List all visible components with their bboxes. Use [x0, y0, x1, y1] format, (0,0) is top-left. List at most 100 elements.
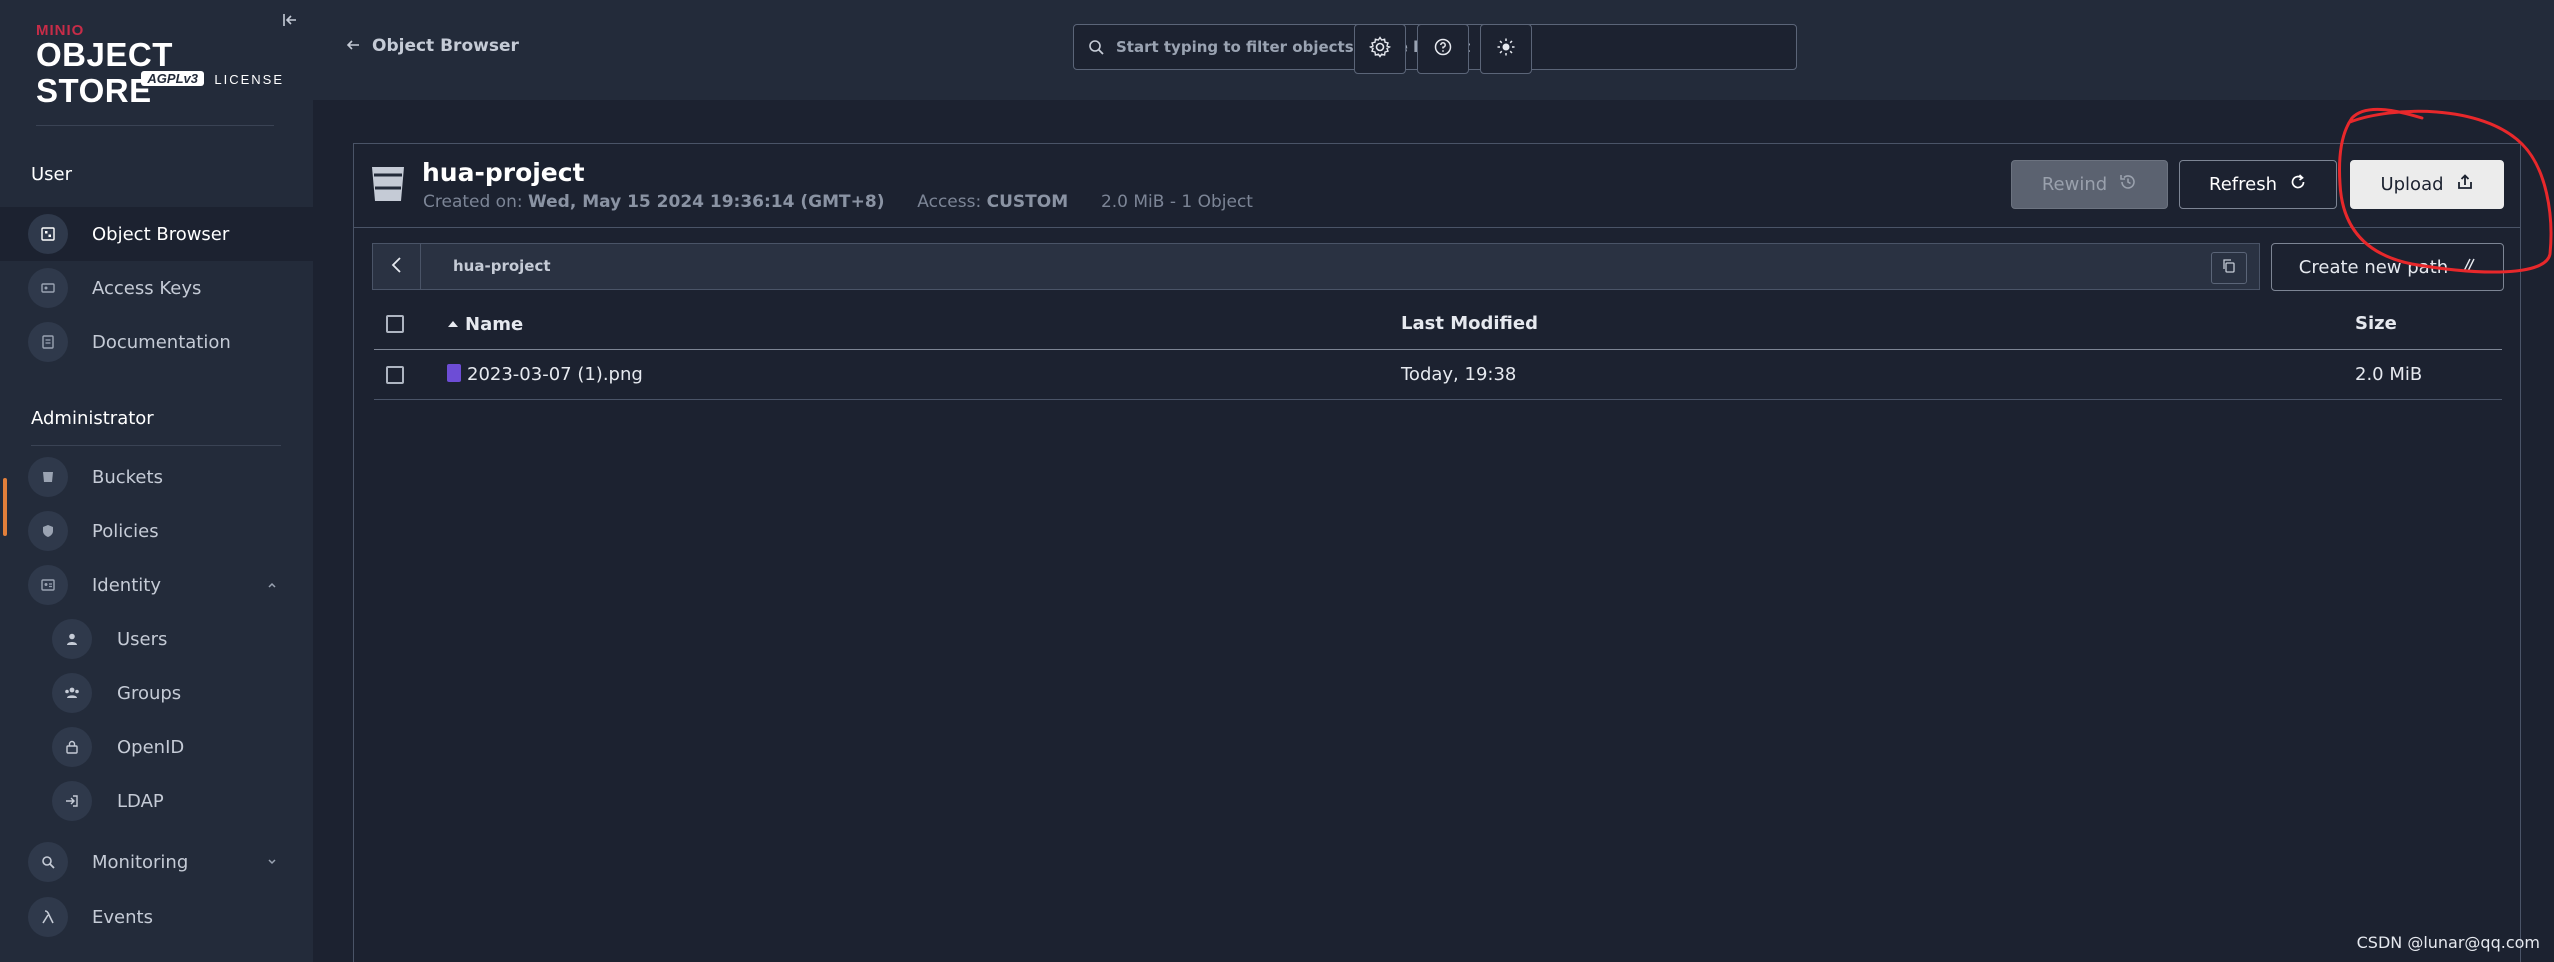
created-value: Wed, May 15 2024 19:36:14 (GMT+8) [528, 192, 885, 212]
sidebar-item-label: Users [117, 628, 168, 650]
refresh-button-label: Refresh [2209, 174, 2277, 195]
sidebar-item-policies[interactable]: Policies [0, 504, 313, 558]
sidebar-item-identity[interactable]: Identity [0, 558, 313, 612]
lock-icon [52, 727, 92, 767]
minio-logo: MINIO OBJECT STORE AGPLv3 LICENSE [36, 22, 284, 109]
created-label: Created on: [423, 192, 523, 212]
upload-button[interactable]: Upload [2350, 160, 2504, 209]
search-icon [1088, 39, 1104, 55]
back-link-label: Object Browser [372, 36, 519, 56]
back-to-object-browser-link[interactable]: Object Browser [346, 36, 519, 56]
sidebar: MINIO OBJECT STORE AGPLv3 LICENSE User O… [0, 0, 313, 962]
sidebar-item-users[interactable]: Users [0, 612, 313, 666]
upload-button-label: Upload [2380, 174, 2444, 195]
sidebar-item-label: OpenID [117, 736, 185, 758]
object-name-cell[interactable]: 2023-03-07 (1).png [447, 349, 1401, 400]
table-row[interactable]: 2023-03-07 (1).png Today, 19:38 2.0 MiB [374, 349, 2502, 400]
column-last-modified[interactable]: Last Modified [1401, 299, 2355, 350]
gear-icon [1368, 35, 1392, 63]
user-icon [52, 619, 92, 659]
sidebar-item-buckets[interactable]: Buckets [0, 450, 313, 504]
top-header: Object Browser [313, 0, 2554, 100]
row-checkbox[interactable] [386, 365, 404, 384]
chevron-up-icon[interactable] [262, 575, 282, 595]
sidebar-item-label: Identity [92, 574, 161, 596]
sidebar-section-administrator: Administrator [31, 408, 154, 429]
sidebar-item-label: Events [92, 906, 153, 928]
rewind-button[interactable]: Rewind [2011, 160, 2168, 209]
copy-path-button[interactable] [2211, 252, 2247, 284]
path-back-button[interactable] [373, 244, 421, 289]
sun-icon [1496, 37, 1516, 61]
bucket-summary: 2.0 MiB - 1 Object [1100, 192, 1253, 212]
column-size[interactable]: Size [2355, 299, 2502, 350]
object-size: 2.0 MiB [2355, 349, 2502, 400]
refresh-button[interactable]: Refresh [2179, 160, 2337, 209]
object-browser-icon [28, 214, 68, 254]
sort-asc-icon [447, 312, 459, 333]
access-value: CUSTOM [986, 192, 1069, 212]
search-icon [28, 842, 68, 882]
object-modified: Today, 19:38 [1401, 349, 2355, 400]
row-select-cell [374, 349, 447, 400]
watermark: CSDN @lunar@qq.com [2356, 933, 2540, 952]
bucket-meta: Created on: Wed, May 15 2024 19:36:14 (G… [423, 192, 1253, 212]
settings-button[interactable] [1354, 24, 1406, 74]
bucket-name: hua-project [422, 158, 585, 187]
select-all-cell [374, 299, 447, 350]
sidebar-item-events[interactable]: Events [0, 890, 313, 944]
chevron-left-icon [390, 256, 404, 278]
sidebar-divider [31, 445, 281, 446]
bucket-panel: hua-project Created on: Wed, May 15 2024… [353, 143, 2521, 962]
sidebar-item-ldap[interactable]: LDAP [0, 774, 313, 828]
shield-icon [28, 511, 68, 551]
sidebar-item-label: Object Browser [92, 223, 230, 245]
image-file-icon [447, 363, 461, 382]
arrow-left-icon [346, 36, 360, 56]
column-name[interactable]: Name [447, 299, 1401, 350]
chevron-down-icon[interactable] [262, 852, 282, 872]
refresh-icon [2289, 173, 2307, 196]
id-card-icon [28, 565, 68, 605]
logo-license-text: LICENSE [214, 72, 284, 87]
sidebar-item-groups[interactable]: Groups [0, 666, 313, 720]
sidebar-item-monitoring[interactable]: Monitoring [0, 835, 313, 889]
help-button[interactable] [1417, 24, 1469, 74]
sidebar-item-label: Documentation [92, 331, 231, 353]
sidebar-item-object-browser[interactable]: Object Browser [0, 207, 313, 261]
copy-icon [2221, 258, 2237, 278]
breadcrumb-path[interactable]: hua-project [453, 257, 551, 275]
bucket-icon [370, 164, 406, 208]
doc-icon [28, 322, 68, 362]
sidebar-item-documentation[interactable]: Documentation [0, 315, 313, 369]
sidebar-item-label: Groups [117, 682, 182, 704]
help-icon [1433, 37, 1453, 61]
select-all-checkbox[interactable] [386, 315, 404, 334]
sidebar-item-label: Policies [92, 520, 159, 542]
objects-table: Name Last Modified Size 2023-03-07 (1).p… [374, 299, 2502, 400]
bucket-header: hua-project Created on: Wed, May 15 2024… [354, 144, 2520, 228]
key-icon [28, 268, 68, 308]
table-header-row: Name Last Modified Size [374, 299, 2502, 350]
create-new-path-button[interactable]: Create new path [2271, 243, 2504, 291]
breadcrumb: hua-project [372, 243, 2260, 290]
bucket-icon [28, 457, 68, 497]
column-name-label: Name [465, 314, 524, 336]
sidebar-item-label: Monitoring [92, 851, 189, 873]
create-new-path-label: Create new path [2298, 256, 2449, 278]
theme-toggle-button[interactable] [1480, 24, 1532, 74]
rewind-button-label: Rewind [2041, 174, 2108, 195]
sidebar-item-label: Buckets [92, 466, 163, 488]
group-icon [52, 673, 92, 713]
access-label: Access: [917, 192, 982, 212]
sidebar-divider [36, 125, 274, 126]
sidebar-section-user: User [31, 164, 73, 185]
history-icon [2119, 173, 2137, 196]
login-icon [52, 781, 92, 821]
collapse-sidebar-icon[interactable] [280, 10, 302, 32]
sidebar-item-openid[interactable]: OpenID [0, 720, 313, 774]
sidebar-item-label: LDAP [117, 790, 164, 812]
object-name: 2023-03-07 (1).png [467, 363, 643, 385]
new-path-icon [2460, 257, 2476, 278]
sidebar-item-access-keys[interactable]: Access Keys [0, 261, 313, 315]
